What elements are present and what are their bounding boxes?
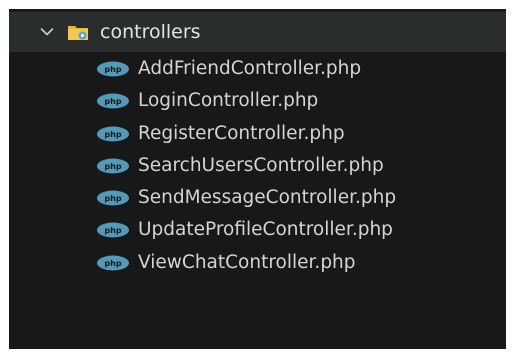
php-icon: php bbox=[97, 61, 129, 77]
folder-name: controllers bbox=[100, 21, 201, 43]
chevron-down-icon[interactable] bbox=[39, 24, 55, 40]
file-name: SendMessageController.php bbox=[138, 187, 397, 209]
file-explorer-tree: controllers php AddFriendController.php … bbox=[9, 9, 506, 349]
folder-controller-icon bbox=[68, 26, 88, 40]
folder-controllers[interactable]: controllers bbox=[9, 12, 506, 52]
file-item-sendmessagecontroller[interactable]: php SendMessageController.php bbox=[9, 182, 506, 214]
php-icon: php bbox=[97, 158, 129, 174]
file-item-updateprofilecontroller[interactable]: php UpdateProfileController.php bbox=[9, 214, 506, 246]
file-item-viewchatcontroller[interactable]: php ViewChatController.php bbox=[9, 247, 506, 279]
svg-text:php: php bbox=[104, 194, 121, 203]
file-item-logincontroller[interactable]: php LoginController.php bbox=[9, 85, 506, 117]
file-item-addfriendcontroller[interactable]: php AddFriendController.php bbox=[9, 53, 506, 85]
file-name: ViewChatController.php bbox=[138, 251, 356, 273]
svg-text:php: php bbox=[104, 97, 121, 106]
file-name: RegisterController.php bbox=[138, 122, 345, 144]
svg-text:php: php bbox=[104, 162, 121, 171]
file-name: SearchUsersController.php bbox=[138, 154, 384, 176]
php-icon: php bbox=[97, 93, 129, 109]
php-icon: php bbox=[97, 255, 129, 271]
file-name: AddFriendController.php bbox=[138, 58, 362, 79]
php-icon: php bbox=[97, 190, 129, 206]
svg-text:php: php bbox=[104, 226, 121, 235]
svg-text:php: php bbox=[104, 130, 121, 139]
file-list: php AddFriendController.php php LoginCon… bbox=[9, 53, 506, 279]
svg-text:php: php bbox=[104, 259, 121, 268]
file-name: LoginController.php bbox=[138, 90, 319, 112]
file-item-registercontroller[interactable]: php RegisterController.php bbox=[9, 118, 506, 150]
file-item-searchuserscontroller[interactable]: php SearchUsersController.php bbox=[9, 150, 506, 182]
svg-text:php: php bbox=[104, 65, 121, 74]
php-icon: php bbox=[97, 222, 129, 238]
file-name: UpdateProfileController.php bbox=[138, 219, 393, 241]
php-icon: php bbox=[97, 126, 129, 142]
